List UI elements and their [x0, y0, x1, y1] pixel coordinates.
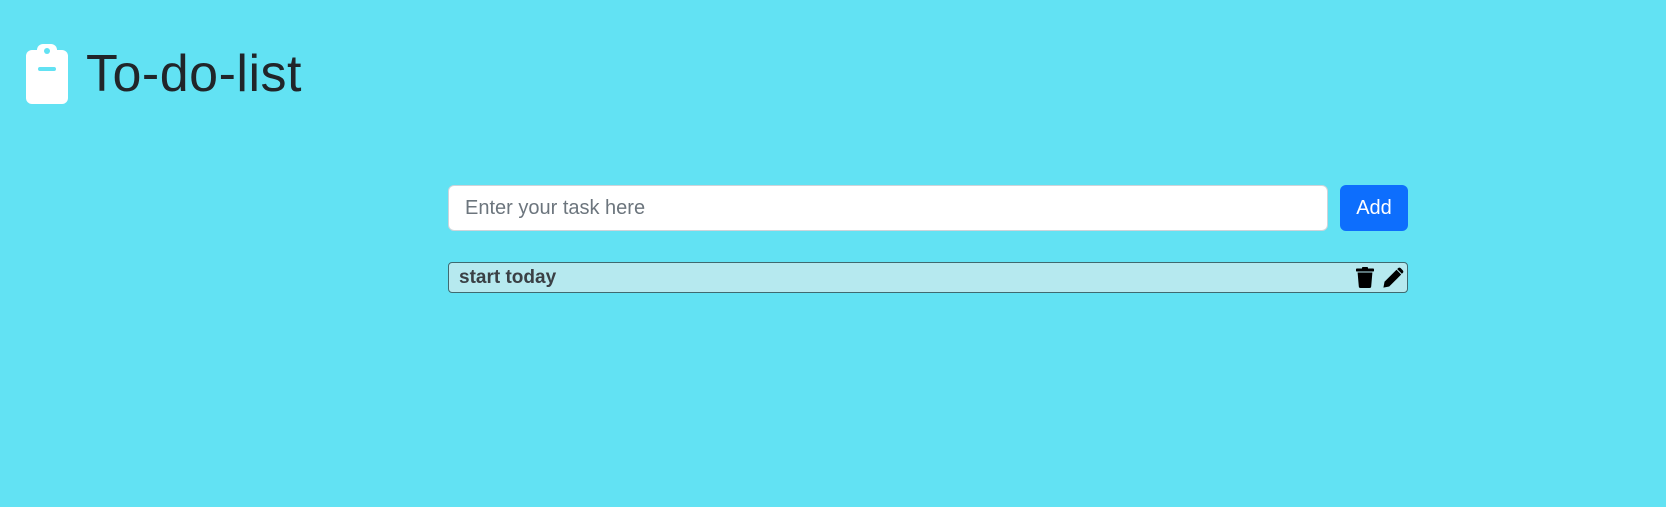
- page-title: To-do-list: [86, 45, 302, 103]
- task-text: start today: [459, 266, 557, 288]
- add-button[interactable]: Add: [1340, 185, 1408, 231]
- clipboard-icon: [26, 44, 68, 104]
- trash-icon[interactable]: [1351, 264, 1379, 292]
- pencil-icon[interactable]: [1379, 264, 1407, 292]
- page-header: To-do-list: [26, 44, 302, 104]
- task-item: start today: [448, 262, 1408, 293]
- add-task-form: Add: [448, 185, 1408, 231]
- task-list: start today: [448, 262, 1408, 293]
- task-input[interactable]: [448, 185, 1328, 231]
